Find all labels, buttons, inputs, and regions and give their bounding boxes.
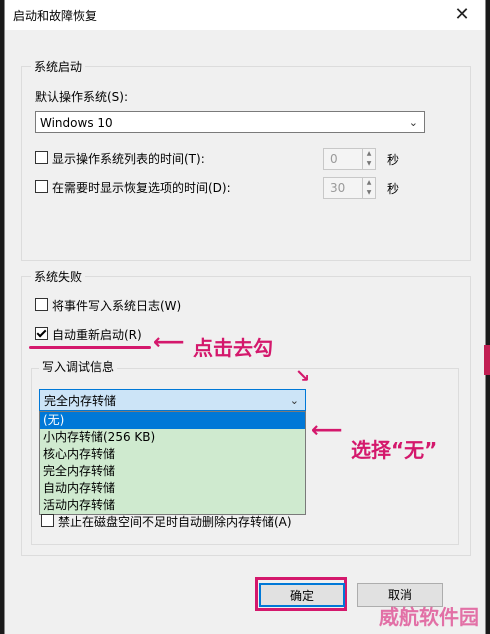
system-failure-label: 系统失败 [31,268,86,285]
option-small-dump[interactable]: 小内存转储(256 KB) [40,429,305,446]
auto-restart-checkbox[interactable] [35,327,48,340]
write-event-log-checkbox[interactable] [35,298,48,311]
option-automatic-dump[interactable]: 自动内存转储 [40,480,305,497]
spin-down-icon[interactable]: ▼ [363,159,375,169]
side-marker [484,345,490,375]
show-recovery-checkbox-row[interactable]: 在需要时显示恢复选项的时间(D): [35,180,231,196]
spin-up-icon[interactable]: ▲ [363,149,375,159]
arrow-down-icon: ↘ [295,366,311,387]
option-active-dump[interactable]: 活动内存转储 [40,497,305,514]
window-title: 启动和故障恢复 [13,9,98,23]
arrow-left-icon: ⟵ [311,418,343,443]
default-os-select[interactable]: Windows 10 ⌄ [35,111,425,133]
auto-restart-underline [29,346,151,349]
debug-info-selected: 完全内存转储 [44,394,117,408]
ok-button[interactable]: 确定 [259,583,345,607]
show-os-list-checkbox[interactable] [35,151,48,164]
title-bar: 启动和故障恢复 ✕ [5,0,485,30]
auto-restart-label: 自动重新启动(R) [52,328,142,342]
option-none[interactable]: (无) [40,412,305,429]
close-icon[interactable]: ✕ [447,3,477,27]
show-os-list-spinner[interactable]: ▲ ▼ [362,148,376,170]
show-recovery-spinner[interactable]: ▲ ▼ [362,177,376,199]
write-event-log-row[interactable]: 将事件写入系统日志(W) [35,298,181,314]
chevron-down-icon: ⌄ [289,394,299,407]
delete-dump-label: 禁止在磁盘空间不足时自动删除内存转储(A) [58,515,292,529]
option-kernel-dump[interactable]: 核心内存转储 [40,446,305,463]
default-os-label: 默认操作系统(S): [35,90,129,104]
watermark-logo: 威航软件园 [379,605,479,629]
write-event-log-label: 将事件写入系统日志(W) [52,299,182,313]
default-os-value: Windows 10 [40,116,113,130]
spin-up-icon[interactable]: ▲ [363,178,375,188]
chevron-down-icon: ⌄ [408,116,418,129]
debug-info-label: 写入调试信息 [39,358,118,375]
show-os-list-checkbox-row[interactable]: 显示操作系统列表的时间(T): [35,151,205,167]
startup-recovery-dialog: 启动和故障恢复 ✕ 系统启动 默认操作系统(S): Windows 10 ⌄ 显… [4,0,486,634]
show-recovery-label: 在需要时显示恢复选项的时间(D): [52,181,231,195]
show-recovery-checkbox[interactable] [35,180,48,193]
auto-restart-row[interactable]: 自动重新启动(R) [35,327,142,343]
delete-dump-row[interactable]: 禁止在磁盘空间不足时自动删除内存转储(A) [41,514,292,530]
show-os-list-label: 显示操作系统列表的时间(T): [52,152,205,166]
system-startup-label: 系统启动 [31,58,86,75]
debug-info-select[interactable]: 完全内存转储 ⌄ [39,389,306,411]
option-complete-dump[interactable]: 完全内存转储 [40,463,305,480]
select-hint: 选择“无” [351,438,438,462]
spin-down-icon[interactable]: ▼ [363,188,375,198]
debug-info-dropdown-list: (无) 小内存转储(256 KB) 核心内存转储 完全内存转储 自动内存转储 活… [39,411,306,515]
delete-dump-checkbox[interactable] [41,514,54,527]
show-os-list-unit: 秒 [387,153,400,167]
arrow-left-icon: ⟵ [153,330,185,355]
uncheck-hint: 点击去勾 [193,336,273,360]
show-recovery-unit: 秒 [387,182,400,196]
